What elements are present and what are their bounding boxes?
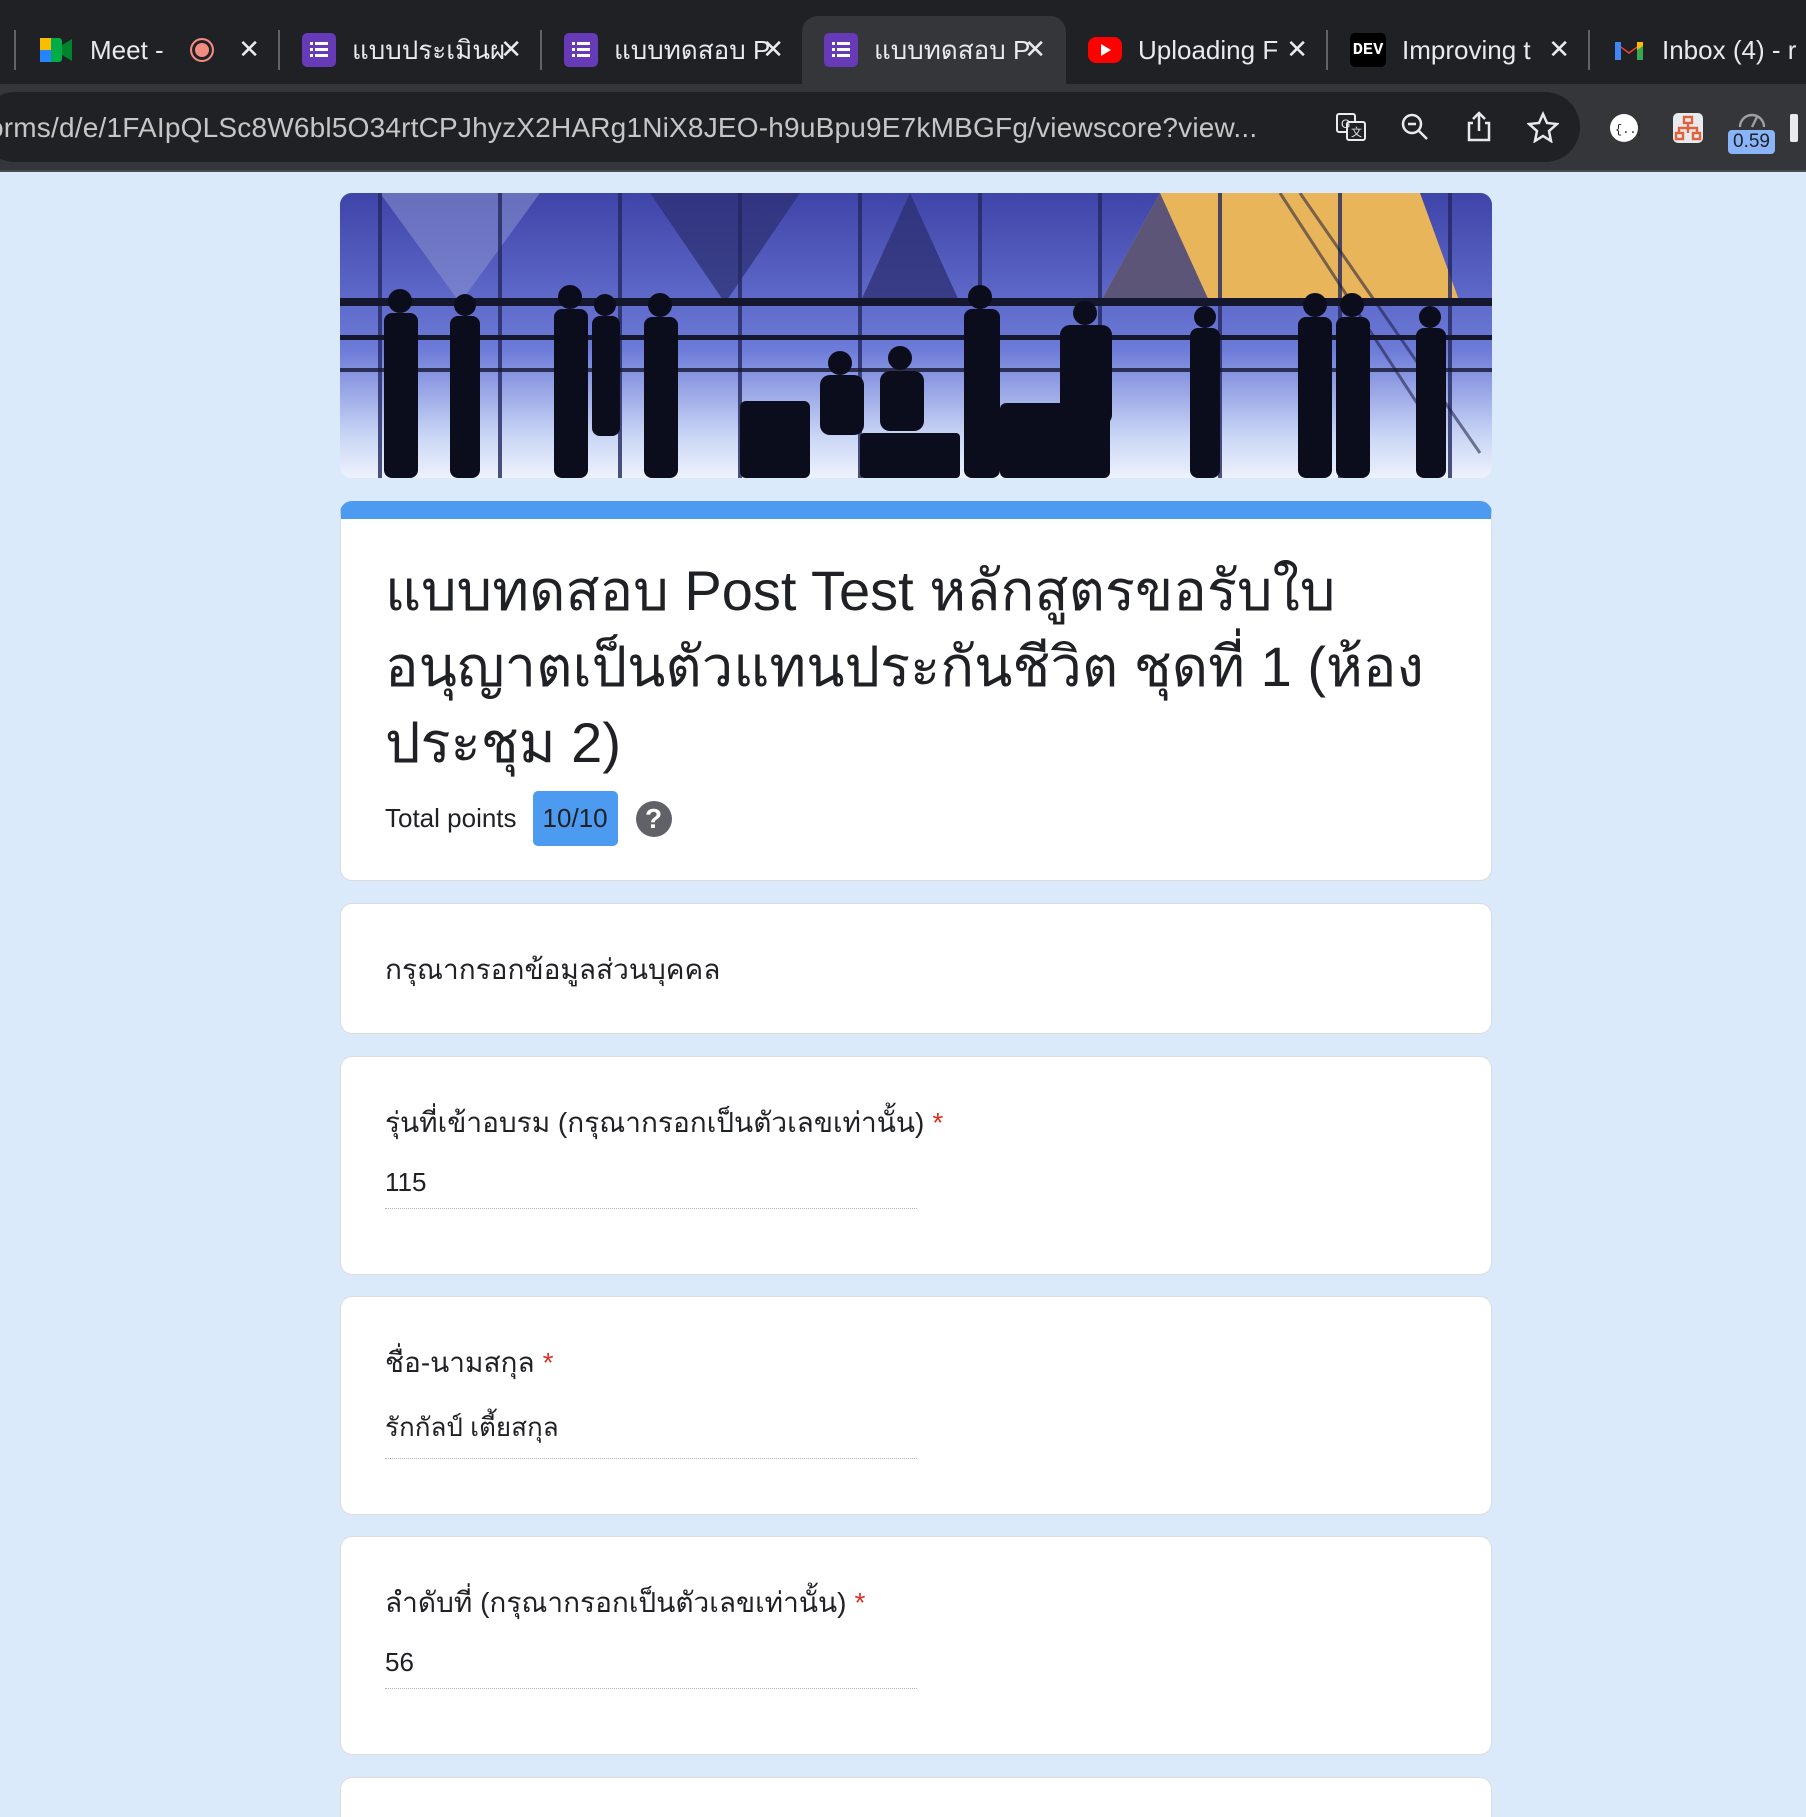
tab-separator bbox=[14, 30, 16, 70]
tab-title: Improving t bbox=[1402, 34, 1531, 65]
answer-field: 115 bbox=[385, 1167, 917, 1209]
svg-text:{..}: {..} bbox=[1615, 123, 1640, 137]
tab-gmail[interactable]: Inbox (4) - r bbox=[1590, 16, 1806, 84]
omnibox[interactable]: forms/d/e/1FAIpQLSc8W6bl5O34rtCPJhyzX2HA… bbox=[0, 92, 1580, 162]
gmail-icon bbox=[1612, 33, 1646, 67]
tab-title: แบบทดสอบ P bbox=[874, 34, 1031, 65]
google-forms-icon bbox=[824, 33, 858, 67]
help-icon[interactable]: ? bbox=[635, 800, 672, 837]
form-title: แบบทดสอบ Post Test หลักสูตรขอรับใบอนุญาต… bbox=[385, 559, 1424, 774]
json-extension-icon[interactable]: {..} bbox=[1606, 110, 1642, 146]
tab-title: Uploading F bbox=[1138, 34, 1279, 65]
zoom-out-icon[interactable] bbox=[1396, 108, 1434, 146]
tab-forms-active[interactable]: แบบทดสอบ P ✕ bbox=[802, 16, 1066, 84]
question-card: ลำดับที่ (กรุณากรอกเป็นตัวเลขเท่านั้น) * … bbox=[340, 1536, 1492, 1755]
total-points-badge: 10/10 bbox=[532, 791, 618, 846]
required-asterisk: * bbox=[932, 1107, 944, 1138]
share-icon[interactable] bbox=[1460, 108, 1498, 146]
google-forms-icon bbox=[564, 33, 598, 67]
tab-title: Inbox (4) - r bbox=[1662, 34, 1797, 65]
tab-forms-1[interactable]: แบบประเมินผ ✕ bbox=[280, 16, 542, 84]
section-description: กรุณากรอกข้อมูลส่วนบุคคล bbox=[385, 954, 721, 985]
question-card: รุ่นที่เข้าอบรม (กรุณากรอกเป็นตัวเลขเท่า… bbox=[340, 1056, 1492, 1275]
question-text: ชื่อ-นามสกุล bbox=[385, 1347, 535, 1378]
close-icon[interactable]: ✕ bbox=[1548, 34, 1570, 65]
answer-field: รักกัลป์ เตี้ยสกุล bbox=[385, 1407, 917, 1459]
translate-icon[interactable]: G文 bbox=[1332, 108, 1370, 146]
extension-badge: 0.59 bbox=[1728, 130, 1775, 154]
question-label: ชื่อ-นามสกุล * bbox=[385, 1341, 554, 1385]
close-icon[interactable]: ✕ bbox=[500, 34, 522, 65]
tab-meet[interactable]: Meet - z ✕ bbox=[18, 16, 280, 84]
question-text: รุ่นที่เข้าอบรม (กรุณากรอกเป็นตัวเลขเท่า… bbox=[385, 1107, 925, 1138]
svg-text:G: G bbox=[1341, 117, 1350, 131]
google-meet-icon bbox=[40, 33, 74, 67]
address-bar: forms/d/e/1FAIpQLSc8W6bl5O34rtCPJhyzX2HA… bbox=[0, 84, 1806, 172]
form-header-image bbox=[340, 193, 1492, 478]
tab-dev[interactable]: DEV Improving t ✕ bbox=[1328, 16, 1590, 84]
recording-icon bbox=[190, 38, 214, 62]
required-asterisk: * bbox=[542, 1347, 554, 1378]
close-icon[interactable]: ✕ bbox=[238, 34, 260, 65]
svg-text:文: 文 bbox=[1351, 125, 1362, 139]
close-icon[interactable]: ✕ bbox=[762, 34, 784, 65]
total-points-label: Total points bbox=[385, 803, 517, 833]
tab-forms-2[interactable]: แบบทดสอบ P ✕ bbox=[542, 16, 804, 84]
question-label: ลำดับที่ (กรุณากรอกเป็นตัวเลขเท่านั้น) * bbox=[385, 1581, 865, 1625]
close-icon[interactable]: ✕ bbox=[1024, 34, 1046, 65]
section-description-card: กรุณากรอกข้อมูลส่วนบุคคล bbox=[340, 903, 1492, 1034]
tab-title: แบบประเมินผ bbox=[352, 34, 506, 65]
dev-icon: DEV bbox=[1350, 33, 1386, 67]
question-text: ลำดับที่ (กรุณากรอกเป็นตัวเลขเท่านั้น) bbox=[385, 1587, 847, 1618]
sitemap-extension-icon[interactable] bbox=[1670, 110, 1706, 146]
question-card: ชื่อ-นามสกุล * รักกัลป์ เตี้ยสกุล bbox=[340, 1296, 1492, 1515]
answer-field: 56 bbox=[385, 1647, 917, 1689]
bookmark-star-icon[interactable] bbox=[1524, 108, 1562, 146]
google-forms-icon bbox=[302, 33, 336, 67]
next-question-card bbox=[340, 1777, 1492, 1817]
tab-youtube[interactable]: Uploading F ✕ bbox=[1066, 16, 1328, 84]
tab-title: Meet - z bbox=[90, 34, 170, 65]
question-label: รุ่นที่เข้าอบรม (กรุณากรอกเป็นตัวเลขเท่า… bbox=[385, 1101, 943, 1145]
total-points-row: Total points 10/10 ? bbox=[385, 791, 672, 846]
tab-strip: Meet - z ✕ แบบประเมินผ ✕ แบบทดสอบ P ✕ แบ… bbox=[0, 0, 1806, 84]
required-asterisk: * bbox=[854, 1587, 866, 1618]
menu-icon[interactable] bbox=[1790, 114, 1798, 142]
form-title-card: แบบทดสอบ Post Test หลักสูตรขอรับใบอนุญาต… bbox=[340, 501, 1492, 881]
youtube-icon bbox=[1088, 37, 1122, 63]
url-text[interactable]: forms/d/e/1FAIpQLSc8W6bl5O34rtCPJhyzX2HA… bbox=[0, 112, 1257, 144]
close-icon[interactable]: ✕ bbox=[1286, 34, 1308, 65]
tab-title: แบบทดสอบ P bbox=[614, 34, 771, 65]
